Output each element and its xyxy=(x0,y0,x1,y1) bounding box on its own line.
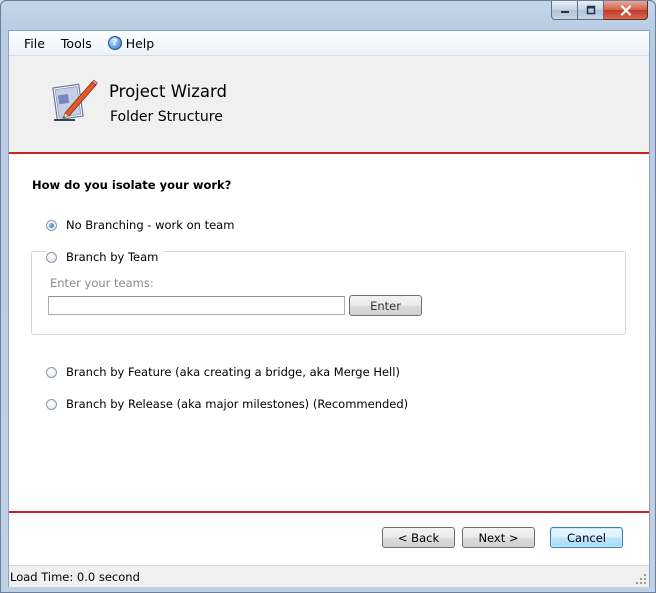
next-button[interactable]: Next > xyxy=(462,527,535,548)
menu-tools[interactable]: Tools xyxy=(53,31,100,55)
option-branch-by-feature[interactable]: Branch by Feature (aka creating a bridge… xyxy=(46,365,400,379)
help-icon: ? xyxy=(107,36,122,50)
client-area: File Tools ? Help Project Wizard Folder … xyxy=(8,30,650,587)
status-bar: Load Time: 0.0 second xyxy=(9,565,649,587)
load-time-status: Load Time: 0.0 second xyxy=(10,569,140,584)
menu-bar: File Tools ? Help xyxy=(9,31,649,56)
teams-label: Enter your teams: xyxy=(50,276,154,290)
resize-grip-icon[interactable] xyxy=(636,574,647,585)
option-branch-by-feature-label: Branch by Feature (aka creating a bridge… xyxy=(66,365,400,379)
option-no-branching[interactable]: No Branching - work on team xyxy=(46,218,234,232)
option-branch-by-release-label: Branch by Release (aka major milestones)… xyxy=(66,397,409,411)
option-branch-by-release[interactable]: Branch by Release (aka major milestones)… xyxy=(46,397,408,411)
radio-branch-by-release[interactable] xyxy=(46,398,57,410)
window-caption-buttons xyxy=(551,1,648,20)
minimize-button[interactable] xyxy=(551,1,578,20)
wizard-content: How do you isolate your work? No Branchi… xyxy=(9,154,649,511)
radio-no-branching[interactable] xyxy=(46,219,57,231)
pencil-paper-icon xyxy=(52,79,98,121)
menu-help-label: Help xyxy=(125,35,155,51)
enter-button[interactable]: Enter xyxy=(349,295,422,316)
wizard-title: Project Wizard xyxy=(109,82,227,101)
cancel-button[interactable]: Cancel xyxy=(550,527,623,548)
option-branch-by-team[interactable]: Branch by Team xyxy=(46,250,165,264)
isolation-question: How do you isolate your work? xyxy=(32,178,232,192)
close-button[interactable] xyxy=(604,1,648,20)
option-branch-by-team-label: Branch by Team xyxy=(66,250,159,264)
teams-input[interactable] xyxy=(48,296,345,315)
footer-divider xyxy=(9,511,649,513)
wizard-subtitle: Folder Structure xyxy=(110,109,223,125)
radio-branch-by-feature[interactable] xyxy=(46,366,57,378)
close-icon xyxy=(620,4,631,16)
menu-help[interactable]: ? Help xyxy=(100,31,163,55)
maximize-button[interactable] xyxy=(578,1,604,20)
menu-file[interactable]: File xyxy=(9,31,53,55)
maximize-icon xyxy=(586,5,595,15)
minimize-icon xyxy=(560,11,569,13)
radio-branch-by-team[interactable] xyxy=(46,251,57,263)
wizard-window: File Tools ? Help Project Wizard Folder … xyxy=(0,0,656,593)
back-button[interactable]: < Back xyxy=(382,527,455,548)
wizard-header: Project Wizard Folder Structure xyxy=(9,56,649,154)
option-no-branching-label: No Branching - work on team xyxy=(66,218,235,232)
